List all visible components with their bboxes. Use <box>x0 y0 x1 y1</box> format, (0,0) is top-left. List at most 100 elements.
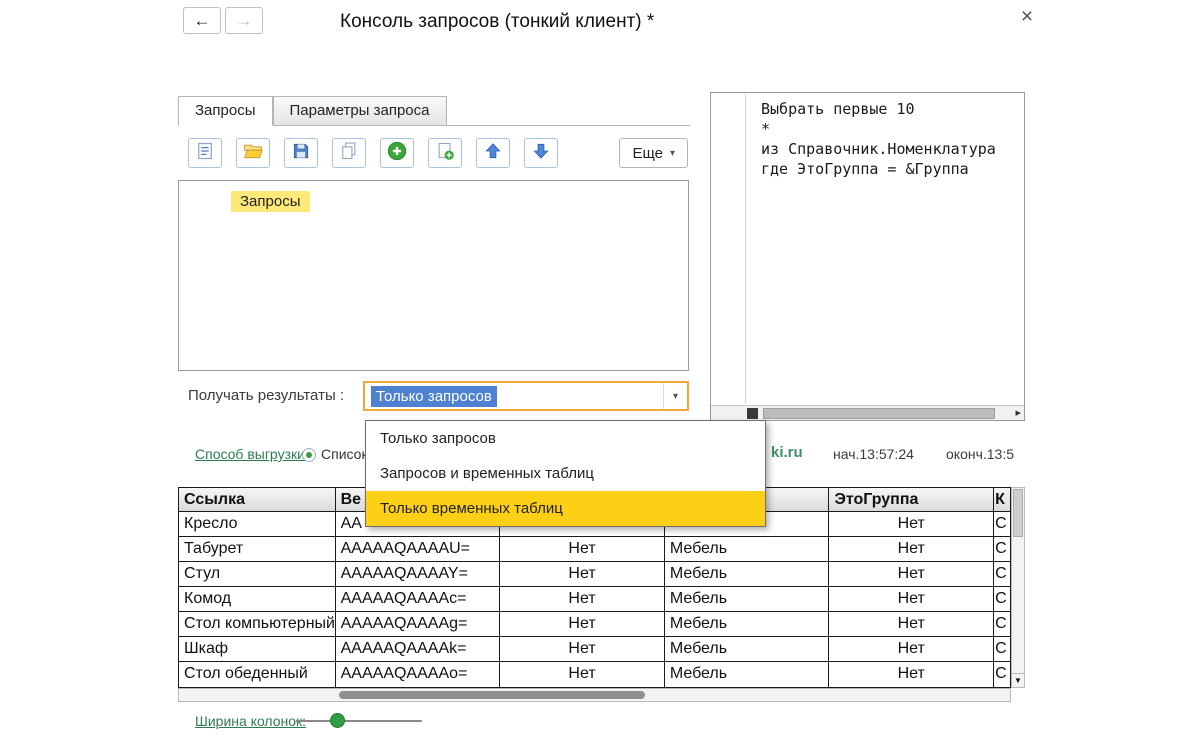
table-row[interactable]: ТабуретAAAAAQAAAAU=НетМебельНетС <box>179 537 1010 562</box>
tab-query-params[interactable]: Параметры запроса <box>273 96 447 126</box>
table-cell: С <box>994 562 1010 587</box>
table-row[interactable]: КомодAAAAAQAAAAc=НетМебельНетС <box>179 587 1010 612</box>
query-list-icon <box>195 141 215 166</box>
dropdown-option[interactable]: Только временных таблиц <box>366 491 765 526</box>
table-cell: Шкаф <box>179 637 336 662</box>
queries-toolbar: Еще ▾ <box>178 138 690 168</box>
back-button[interactable]: ← <box>183 7 221 34</box>
table-cell: AAAAAQAAAAk= <box>336 637 501 662</box>
query-start-time: нач.13:57:24 <box>833 446 914 462</box>
watermark-text: ki.ru <box>771 444 803 461</box>
add-query-button[interactable] <box>428 138 462 168</box>
query-list-button[interactable] <box>188 138 222 168</box>
page-title: Консоль запросов (тонкий клиент) * <box>340 8 654 36</box>
table-cell: Нет <box>829 512 994 537</box>
table-row[interactable]: СтулAAAAAQAAAAY=НетМебельНетС <box>179 562 1010 587</box>
back-arrow-icon: ← <box>194 11 211 31</box>
result-mode-label: Получать результаты : <box>188 381 344 411</box>
table-row[interactable]: Стол обеденныйAAAAAQAAAAo=НетМебельНетС <box>179 662 1010 687</box>
h-scroll-thumb[interactable] <box>339 691 645 699</box>
table-cell: Нет <box>500 662 665 687</box>
dropdown-option[interactable]: Только запросов <box>366 421 765 456</box>
chevron-down-icon: ▾ <box>670 148 675 159</box>
table-cell: Мебель <box>665 637 830 662</box>
open-button[interactable] <box>236 138 270 168</box>
table-cell: AAAAAQAAAAc= <box>336 587 501 612</box>
v-scroll-thumb[interactable] <box>1013 489 1023 537</box>
combobox-dropdown-icon[interactable]: ▾ <box>663 383 687 409</box>
close-icon[interactable]: × <box>1016 5 1038 29</box>
tab-queries[interactable]: Запросы <box>178 96 273 126</box>
table-cell: Нет <box>829 662 994 687</box>
forward-button[interactable]: → <box>225 7 263 34</box>
forward-arrow-icon: → <box>236 11 253 31</box>
table-cell: Стол обеденный <box>179 662 336 687</box>
copy-button[interactable] <box>332 138 366 168</box>
table-cell: Нет <box>500 637 665 662</box>
scroll-down-icon[interactable]: ▼ <box>1012 673 1024 687</box>
table-cell: Мебель <box>665 587 830 612</box>
move-up-button[interactable] <box>476 138 510 168</box>
list-radio-label: Список <box>321 446 368 462</box>
table-cell: AAAAAQAAAAg= <box>336 612 501 637</box>
table-cell: Стул <box>179 562 336 587</box>
list-radio-button[interactable] <box>302 448 316 462</box>
column-header[interactable]: К <box>994 488 1010 512</box>
table-h-scrollbar[interactable] <box>178 688 1011 702</box>
column-header[interactable]: ЭтоГруппа <box>829 488 994 512</box>
tree-item-queries[interactable]: Запросы <box>231 191 310 212</box>
more-button-label: Еще <box>632 145 663 162</box>
open-folder-icon <box>243 141 263 166</box>
editor-h-scrollbar[interactable]: ▸ <box>711 405 1024 420</box>
table-cell: Нет <box>829 537 994 562</box>
table-cell: Стол компьютерный <box>179 612 336 637</box>
table-cell: С <box>994 637 1010 662</box>
table-cell: Нет <box>829 637 994 662</box>
table-cell: С <box>994 662 1010 687</box>
table-cell: С <box>994 537 1010 562</box>
query-editor-panel[interactable]: Выбрать первые 10 * из Справочник.Номенк… <box>710 92 1025 421</box>
result-mode-dropdown: Только запросовЗапросов и временных табл… <box>365 420 766 527</box>
table-cell: Мебель <box>665 612 830 637</box>
add-button[interactable] <box>380 138 414 168</box>
table-cell: С <box>994 587 1010 612</box>
dropdown-option[interactable]: Запросов и временных таблиц <box>366 456 765 491</box>
table-cell: С <box>994 612 1010 637</box>
scroll-right-icon[interactable]: ▸ <box>1015 406 1021 421</box>
table-row[interactable]: ШкафAAAAAQAAAAk=НетМебельНетС <box>179 637 1010 662</box>
query-end-time: оконч.13:5 <box>946 446 1016 462</box>
table-cell: Мебель <box>665 537 830 562</box>
editor-gutter-divider <box>745 93 746 404</box>
column-width-slider[interactable] <box>296 720 422 722</box>
table-v-scrollbar[interactable]: ▼ <box>1011 487 1025 688</box>
query-text[interactable]: Выбрать первые 10 * из Справочник.Номенк… <box>761 99 996 179</box>
table-cell: Нет <box>500 537 665 562</box>
table-cell: Табурет <box>179 537 336 562</box>
move-down-icon <box>531 141 551 166</box>
move-down-button[interactable] <box>524 138 558 168</box>
copy-icon <box>339 141 359 166</box>
editor-scroll-thumb[interactable] <box>763 408 995 419</box>
column-width-link[interactable]: Ширина колонок: <box>195 713 306 729</box>
table-cell: Нет <box>500 612 665 637</box>
table-cell: Нет <box>500 587 665 612</box>
table-body: КреслоAAНетСТабуретAAAAAQAAAAU=НетМебель… <box>179 512 1010 687</box>
combobox-selected-value: Только запросов <box>371 386 497 407</box>
table-cell: Нет <box>829 612 994 637</box>
save-icon <box>291 141 311 166</box>
slider-knob[interactable] <box>330 713 345 728</box>
table-row[interactable]: Стол компьютерныйAAAAAQAAAAg=НетМебельНе… <box>179 612 1010 637</box>
table-cell: AAAAAQAAAAo= <box>336 662 501 687</box>
tab-bar: Запросы Параметры запроса <box>178 96 447 126</box>
move-up-icon <box>483 141 503 166</box>
query-tree[interactable]: Запросы <box>178 180 689 371</box>
table-cell: Комод <box>179 587 336 612</box>
table-cell: Мебель <box>665 562 830 587</box>
more-button[interactable]: Еще ▾ <box>619 138 688 168</box>
save-button[interactable] <box>284 138 318 168</box>
scrollbar-grip[interactable] <box>747 408 758 419</box>
export-method-link[interactable]: Способ выгрузки: <box>195 446 309 462</box>
column-header[interactable]: Ссылка <box>179 488 336 512</box>
table-cell: AAAAAQAAAAY= <box>336 562 501 587</box>
result-mode-combobox[interactable]: Только запросов ▾ <box>363 381 689 411</box>
